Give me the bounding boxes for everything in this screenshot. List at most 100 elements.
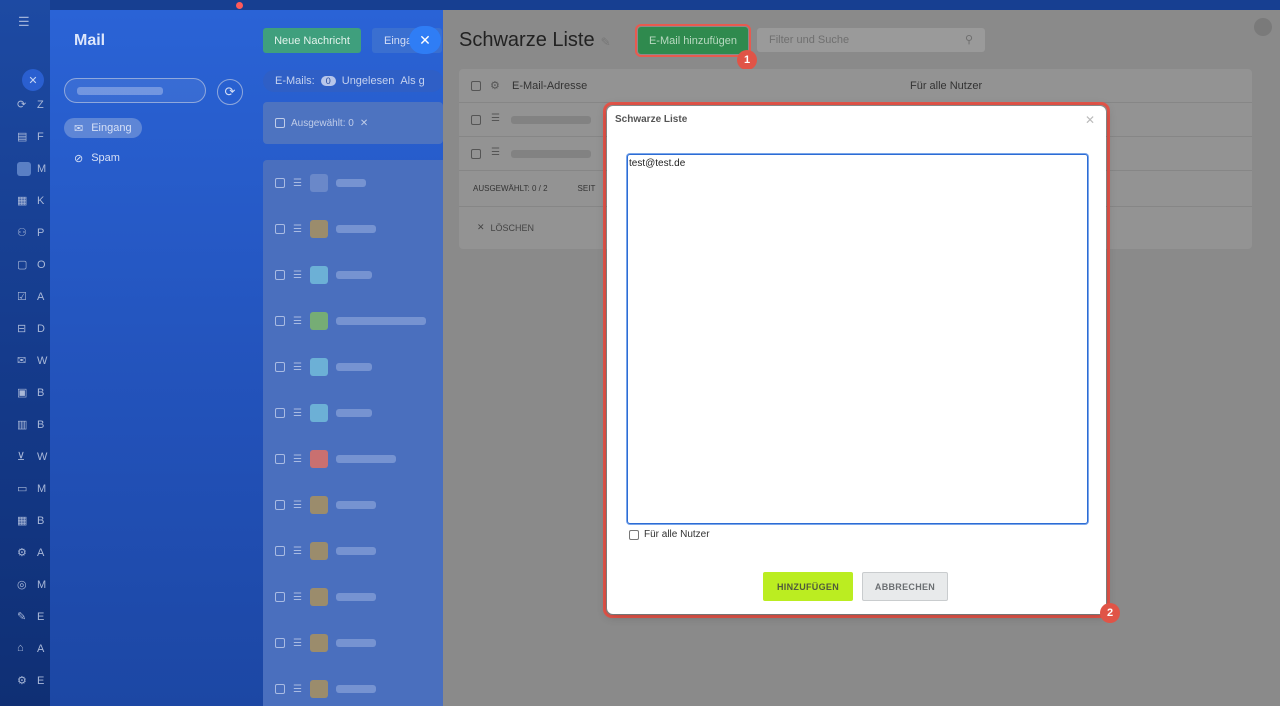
column-all-users[interactable]: Für alle Nutzer (910, 80, 982, 92)
rail-item[interactable]: ▭ M (17, 479, 51, 499)
rail-item[interactable]: ✎ E (17, 607, 51, 627)
rail-item[interactable]: ▥ B (17, 415, 51, 435)
rail-item[interactable]: ⊟ D (17, 319, 51, 339)
rail-item[interactable]: ⚙ A (17, 543, 51, 563)
mail-row[interactable]: ☰ (263, 160, 443, 206)
mail-row[interactable]: ☰ (263, 298, 443, 344)
mail-row[interactable]: ☰ (263, 620, 443, 666)
row-checkbox[interactable] (471, 149, 481, 159)
mail-row[interactable]: ☰ (263, 344, 443, 390)
avatar (309, 496, 328, 514)
row-checkbox[interactable] (275, 224, 285, 234)
close-icon[interactable]: ✕ (22, 69, 44, 91)
avatar (309, 450, 328, 468)
drag-icon[interactable]: ☰ (293, 592, 302, 603)
drag-icon[interactable]: ☰ (293, 224, 302, 235)
row-checkbox[interactable] (275, 638, 285, 648)
selection-bar: Ausgewählt: 0 ✕ (263, 102, 443, 144)
rail-icon: ✉ (17, 355, 27, 367)
edit-icon[interactable]: ✎ (601, 35, 611, 49)
all-users-checkbox[interactable]: Für alle Nutzer (629, 529, 710, 540)
row-checkbox[interactable] (275, 500, 285, 510)
rail-item[interactable]: ▢ O (17, 255, 51, 275)
drag-icon[interactable]: ☰ (293, 270, 302, 281)
mail-row[interactable]: ☰ (263, 436, 443, 482)
mail-row[interactable]: ☰ (263, 482, 443, 528)
column-email[interactable]: E-Mail-Adresse (512, 80, 587, 92)
rail-item[interactable]: ▦ K (17, 191, 51, 211)
drag-icon[interactable]: ☰ (491, 147, 500, 158)
select-all-checkbox[interactable] (275, 118, 285, 128)
mail-row[interactable]: ☰ (263, 574, 443, 620)
close-icon[interactable]: ✕ (1085, 113, 1095, 127)
drag-icon[interactable]: ☰ (293, 684, 302, 695)
drag-icon[interactable]: ☰ (293, 638, 302, 649)
row-checkbox[interactable] (275, 546, 285, 556)
avatar (309, 220, 328, 238)
new-message-button[interactable]: Neue Nachricht (263, 28, 361, 53)
mail-search-input[interactable] (64, 78, 206, 103)
drag-icon[interactable]: ☰ (293, 500, 302, 511)
drag-icon[interactable]: ☰ (293, 178, 302, 189)
drag-icon[interactable]: ☰ (293, 546, 302, 557)
row-checkbox[interactable] (275, 178, 285, 188)
checkbox[interactable] (629, 529, 639, 540)
avatar (309, 588, 328, 606)
row-checkbox[interactable] (275, 316, 285, 326)
blurred-text (335, 225, 376, 233)
mail-row[interactable]: ☰ (263, 390, 443, 436)
rail-item[interactable]: ✉ W (17, 351, 51, 371)
page-title: Schwarze Liste ✎ (459, 29, 611, 51)
delete-button[interactable]: ✕ LÖSCHEN (477, 222, 534, 233)
rail-icon: ▣ (17, 387, 28, 399)
blurred-text (335, 271, 372, 279)
add-button[interactable]: HINZUFÜGEN (763, 572, 853, 601)
drag-icon[interactable]: ☰ (293, 362, 302, 373)
rail-item[interactable]: ▣ B (17, 383, 51, 403)
rail-item[interactable]: ⟳ Z (17, 95, 51, 115)
drag-icon[interactable]: ☰ (491, 113, 500, 124)
rail-item[interactable]: ⚇ P (17, 223, 51, 243)
rail-item[interactable]: ◎ M (17, 575, 51, 595)
rail-item[interactable]: ▦ B (17, 511, 51, 531)
row-checkbox[interactable] (275, 270, 285, 280)
search-icon[interactable]: ⚲ (965, 33, 973, 46)
row-checkbox[interactable] (275, 408, 285, 418)
avatar (309, 542, 328, 560)
row-checkbox[interactable] (275, 454, 285, 464)
drag-icon[interactable]: ☰ (293, 454, 302, 465)
clear-selection-icon[interactable]: ✕ (360, 118, 368, 129)
refresh-icon[interactable]: ⟳ (217, 79, 243, 105)
row-checkbox[interactable] (275, 362, 285, 372)
mail-row[interactable]: ☰ (263, 666, 443, 706)
rail-item[interactable]: ⚙ E (17, 671, 51, 691)
row-checkbox[interactable] (471, 115, 481, 125)
rail-item[interactable]: ☑ A (17, 287, 51, 307)
email-textarea[interactable]: test@test.de (627, 154, 1088, 524)
close-slider-icon[interactable]: ✕ (409, 26, 441, 54)
row-checkbox[interactable] (275, 684, 285, 694)
mail-row[interactable]: ☰ (263, 528, 443, 574)
drag-icon[interactable]: ☰ (293, 408, 302, 419)
cancel-button[interactable]: ABBRECHEN (862, 572, 948, 601)
menu-icon[interactable]: ☰ (18, 14, 30, 30)
mail-title: Mail (74, 32, 106, 49)
filter-search-input[interactable]: Filter und Suche ⚲ (757, 28, 985, 52)
add-email-button[interactable]: E-Mail hinzufügen (635, 24, 751, 57)
drag-icon[interactable]: ☰ (293, 316, 302, 327)
mail-row[interactable]: ☰ (263, 206, 443, 252)
avatar[interactable] (1254, 18, 1272, 36)
rail-item-mail[interactable]: M (17, 159, 51, 179)
select-all-checkbox[interactable] (471, 80, 481, 91)
rail-item[interactable]: ⊻ W (17, 447, 51, 467)
unread-count: 0 (320, 76, 336, 86)
folder-spam[interactable]: ⊘ Spam (64, 148, 130, 168)
mail-row[interactable]: ☰ (263, 252, 443, 298)
row-checkbox[interactable] (275, 592, 285, 602)
rail-icon: ⚙ (17, 547, 27, 559)
rail-item[interactable]: ▤ F (17, 127, 51, 147)
folder-inbox[interactable]: ✉ Eingang (64, 118, 142, 138)
gear-icon[interactable]: ⚙ (490, 79, 500, 92)
emails-counter: E-Mails: 0 Ungelesen Als g (263, 70, 443, 92)
rail-item[interactable]: ⌂ A (17, 639, 51, 659)
